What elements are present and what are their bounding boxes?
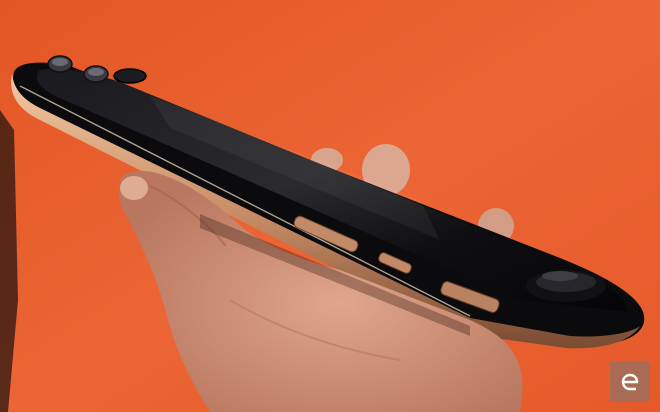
photo-canvas [0, 0, 660, 412]
engadget-logo-icon [621, 373, 639, 391]
photo-scene [0, 0, 660, 412]
right-thumbstick [526, 270, 606, 302]
engadget-watermark [610, 362, 650, 402]
thumbnail [120, 176, 148, 200]
